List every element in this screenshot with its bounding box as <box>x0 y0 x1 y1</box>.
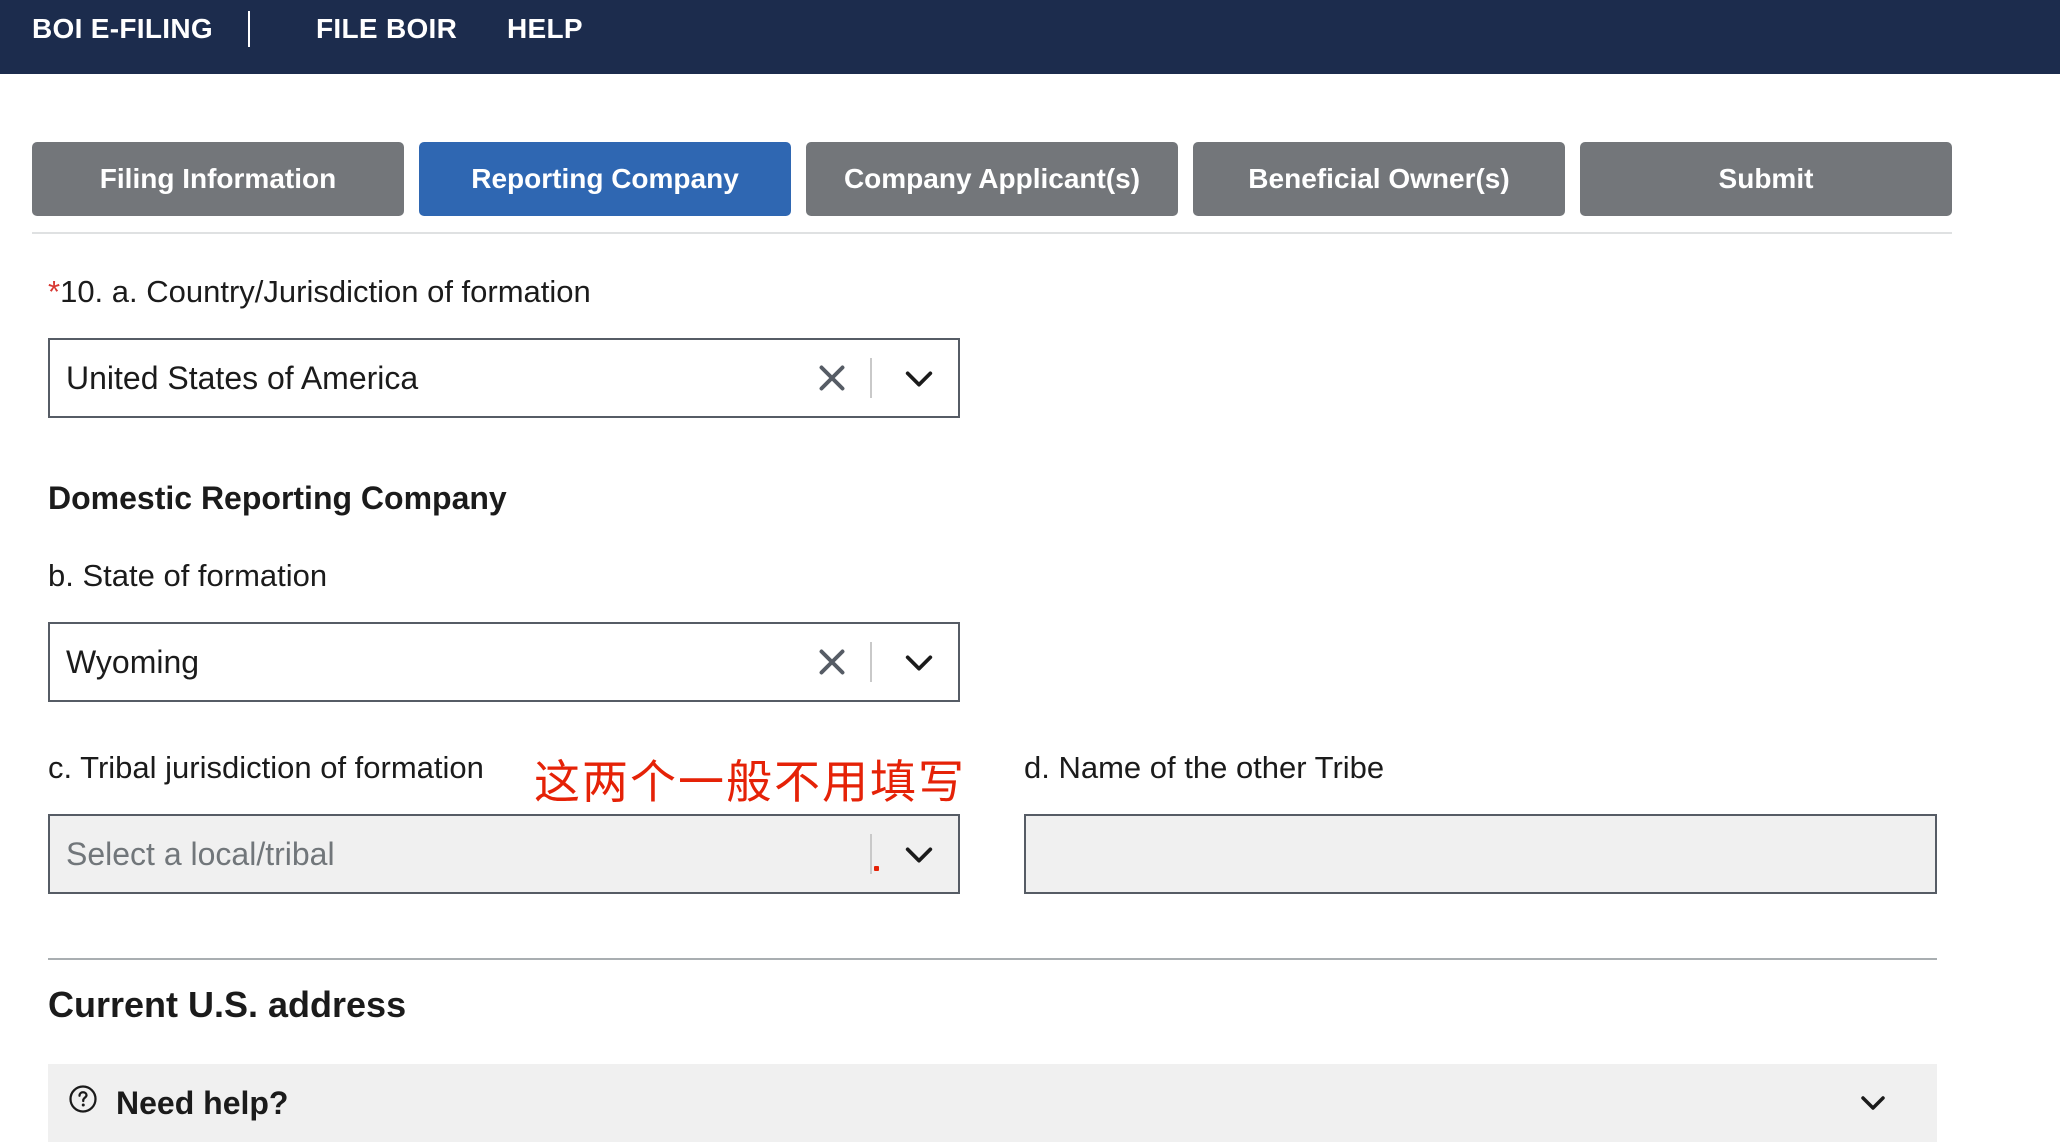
need-help-accordion[interactable]: Need help? <box>48 1064 1937 1142</box>
other-tribe-input[interactable] <box>1024 814 1937 894</box>
tab-submit[interactable]: Submit <box>1580 142 1952 216</box>
tab-beneficial-owners[interactable]: Beneficial Owner(s) <box>1193 142 1565 216</box>
close-icon[interactable] <box>814 360 850 396</box>
chevron-down-icon[interactable] <box>902 838 936 872</box>
nav-divider <box>248 11 250 47</box>
nav-file-boir[interactable]: FILE BOIR <box>316 0 457 60</box>
tribal-select-placeholder: Select a local/tribal <box>66 836 335 872</box>
select-separator <box>870 834 872 874</box>
country-select-value: United States of America <box>66 360 419 396</box>
nav-help[interactable]: HELP <box>507 0 583 60</box>
other-tribe-label: d. Name of the other Tribe <box>1024 750 1385 785</box>
top-nav-bar: BOI E-FILING FILE BOIR HELP <box>0 0 2060 74</box>
country-label-text: 10. a. Country/Jurisdiction of formation <box>60 274 591 309</box>
select-separator <box>870 358 872 398</box>
tab-filing-information[interactable]: Filing Information <box>32 142 404 216</box>
tabs-divider <box>32 232 1952 234</box>
tribal-select[interactable]: Select a local/tribal <box>48 814 960 894</box>
close-icon[interactable] <box>814 644 850 680</box>
question-circle-icon <box>69 1085 97 1113</box>
state-label: b. State of formation <box>48 558 328 593</box>
country-label: *10. a. Country/Jurisdiction of formatio… <box>48 274 591 310</box>
country-select[interactable]: United States of America <box>48 338 960 418</box>
required-mark: * <box>48 274 61 309</box>
chevron-down-icon[interactable] <box>1858 1088 1888 1118</box>
need-help-text: Need help? <box>116 1085 289 1121</box>
step-tabs: Filing Information Reporting Company Com… <box>32 142 1952 216</box>
chevron-down-icon[interactable] <box>902 646 936 680</box>
section-divider <box>48 958 1937 960</box>
tab-reporting-company[interactable]: Reporting Company <box>419 142 791 216</box>
tab-company-applicants[interactable]: Company Applicant(s) <box>806 142 1178 216</box>
state-select[interactable]: Wyoming <box>48 622 960 702</box>
select-separator <box>870 642 872 682</box>
state-select-value: Wyoming <box>66 644 200 680</box>
tribal-label: c. Tribal jurisdiction of formation <box>48 750 484 785</box>
current-us-address-heading: Current U.S. address <box>48 984 407 1025</box>
nav-brand-boi-efiling[interactable]: BOI E-FILING <box>32 0 213 60</box>
annotation-note: 这两个一般不用填写 <box>534 755 966 809</box>
domestic-reporting-company-heading: Domestic Reporting Company <box>48 480 507 516</box>
annotation-dot <box>874 866 879 871</box>
chevron-down-icon[interactable] <box>902 362 936 396</box>
